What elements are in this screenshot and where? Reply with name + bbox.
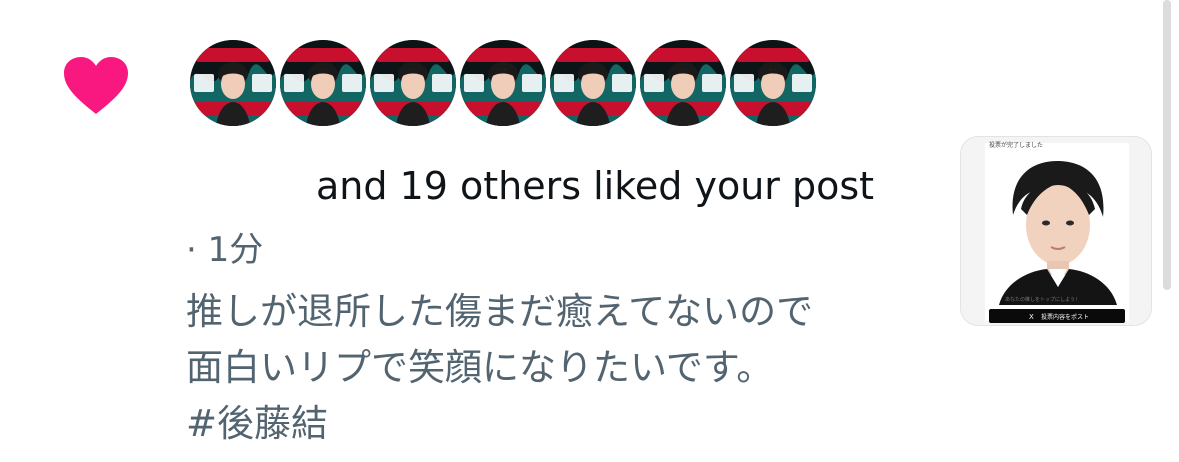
avatar-1[interactable] [188,38,278,128]
x-logo-icon: X [1029,313,1034,321]
avatar-3[interactable] [368,38,458,128]
notification-headline[interactable]: and 19 others liked your post [316,164,874,208]
post-text-line-1: 推しが退所した傷まだ癒えてないので [186,290,814,333]
notification-time: · 1分 [186,230,264,270]
avatar-6[interactable] [638,38,728,128]
post-hashtag[interactable]: #後藤結 [186,396,926,452]
thumbnail-caption-small: あなたの推しをトップにしよう！ [1005,296,1080,303]
avatar-5[interactable] [548,38,638,128]
thumbnail-button-label: 投票内容をポスト [1041,313,1089,321]
avatar-4[interactable] [458,38,548,128]
avatar-7[interactable] [728,38,818,128]
avatar-2[interactable] [278,38,368,128]
liker-name-redacted [188,172,308,208]
post-media-thumbnail[interactable]: 投票が完了しました あなたの推しをトップにしよう！ X 投票内容をポスト [960,136,1152,326]
heart-shape [64,57,128,114]
thumbnail-image: 投票が完了しました あなたの推しをトップにしよう！ X 投票内容をポスト [961,137,1151,325]
post-text-line-2: 面白いリプで笑顔になりたいです。 [186,346,774,389]
scrollbar[interactable] [1163,0,1171,290]
thumbnail-caption-top: 投票が完了しました [989,141,1043,149]
heart-icon [64,57,128,114]
post-text[interactable]: 推しが退所した傷まだ癒えてないので 面白いリプで笑顔になりたいです。 #後藤結 [186,284,926,452]
